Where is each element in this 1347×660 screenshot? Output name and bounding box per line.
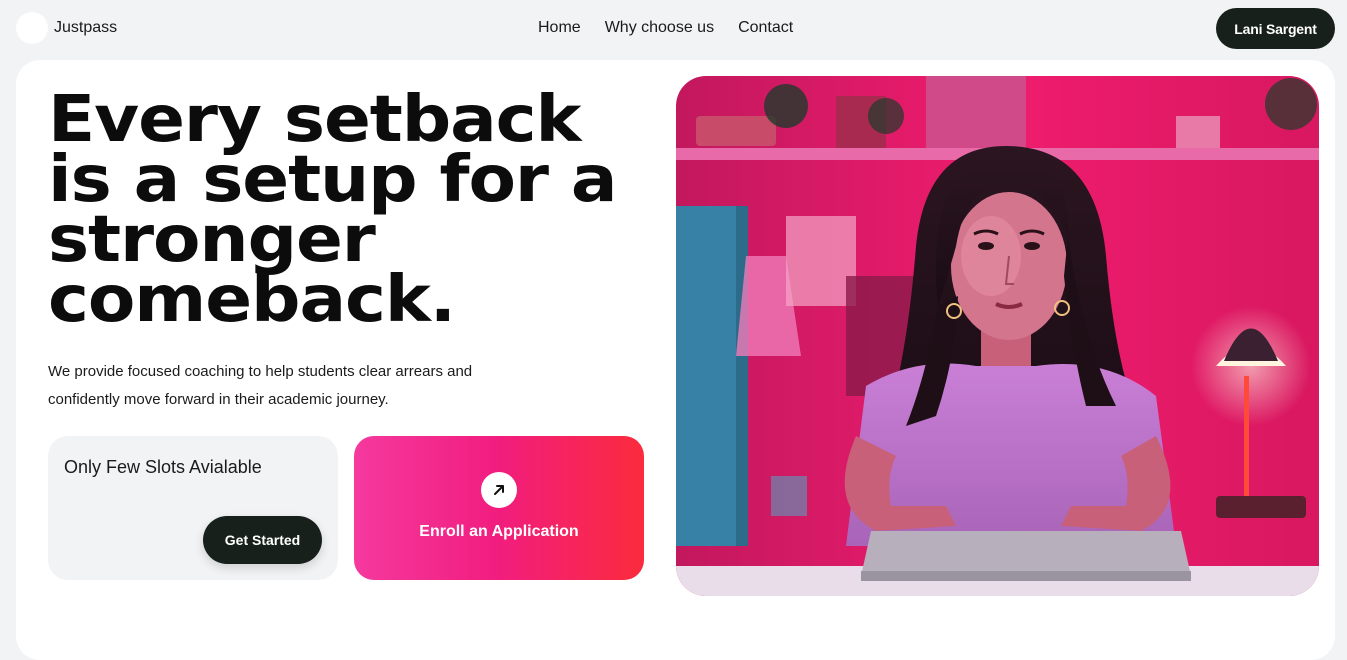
headline-line: comeback. xyxy=(48,263,456,337)
logo-icon[interactable] xyxy=(16,12,48,44)
get-started-button[interactable]: Get Started xyxy=(203,516,322,564)
brand-name[interactable]: Justpass xyxy=(54,18,117,38)
nav-contact-link[interactable]: Contact xyxy=(738,18,793,38)
hero-description: We provide focused coaching to help stud… xyxy=(48,358,518,414)
nav-why-choose-us-link[interactable]: Why choose us xyxy=(605,18,714,38)
enroll-application-button[interactable]: Enroll an Application xyxy=(354,436,644,580)
description-line: confidently move forward in their academ… xyxy=(48,391,389,408)
slots-availability-text: Only Few Slots Avialable xyxy=(64,457,262,477)
student-at-desk-photo xyxy=(676,76,1319,596)
enroll-application-label: Enroll an Application xyxy=(419,523,579,540)
headline-line: is a setup for a xyxy=(48,143,618,217)
description-line: We provide focused coaching to help stud… xyxy=(48,363,473,380)
slots-card: Only Few Slots Avialable Get Started xyxy=(48,436,338,580)
nav-home-link[interactable]: Home xyxy=(538,18,581,38)
hero-headline: Every setback is a setup for a stronger … xyxy=(48,83,696,337)
main-nav: Home Why choose us Contact xyxy=(538,18,793,38)
headline-line: Every setback xyxy=(48,83,582,157)
top-bar: Justpass Home Why choose us Contact Lani… xyxy=(0,0,1347,57)
arrow-up-right-icon xyxy=(481,472,517,508)
headline-line: stronger xyxy=(48,203,376,277)
user-profile-button[interactable]: Lani Sargent xyxy=(1216,8,1335,49)
